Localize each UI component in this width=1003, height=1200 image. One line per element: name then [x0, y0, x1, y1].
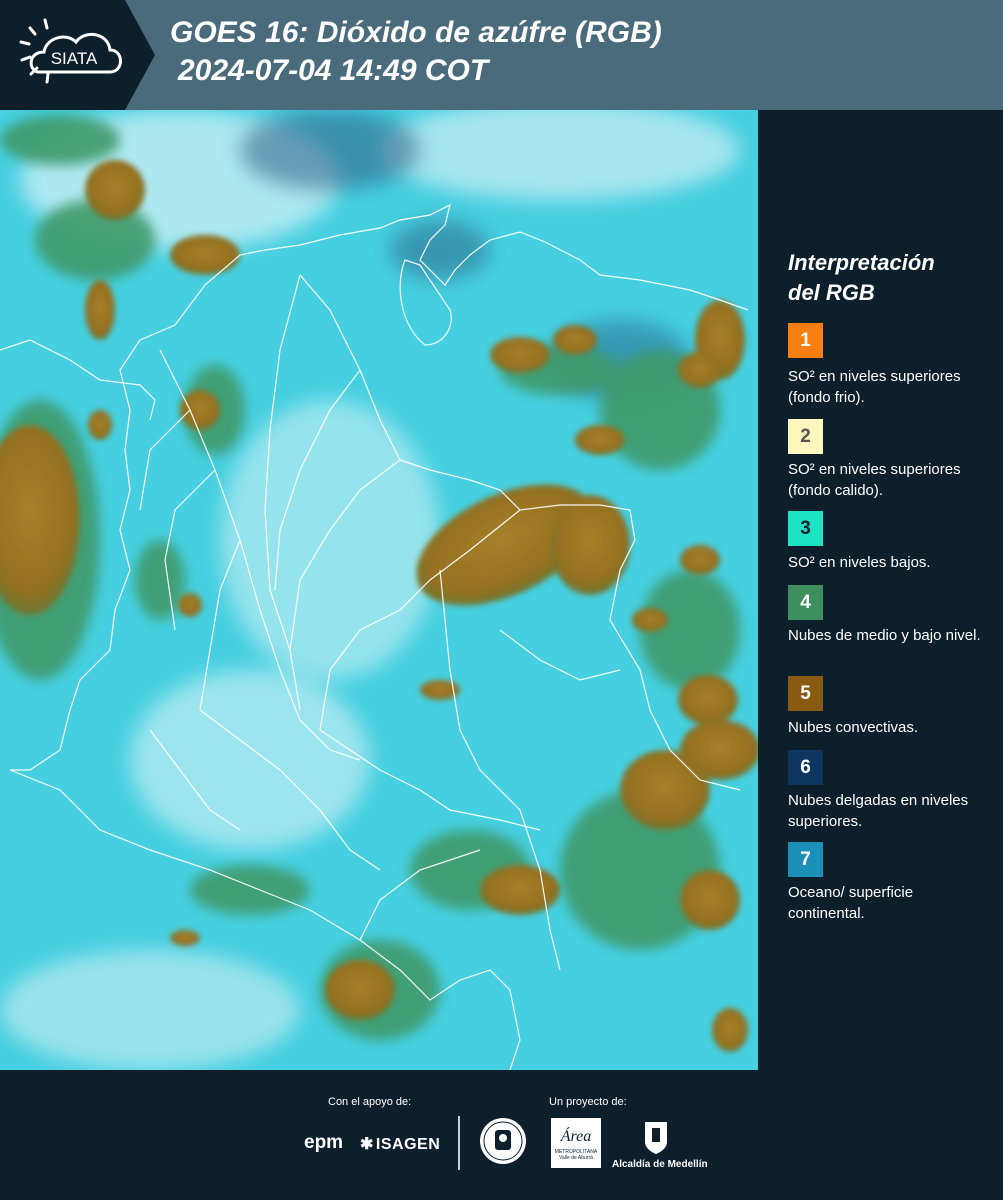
support-label: Con el apoyo de:	[328, 1096, 412, 1108]
legend-label-3: SO² en niveles bajos.	[788, 554, 931, 571]
legend-label-2: SO² en niveles superiores (fondo calido)…	[788, 461, 961, 499]
page-title: GOES 16: Dióxido de azúfre (RGB)	[170, 16, 662, 49]
satellite-map[interactable]	[0, 110, 758, 1070]
legend-swatch-4: 4	[788, 585, 823, 620]
legend-panel: Interpretación del RGB 1 SO² en niveles …	[758, 110, 1003, 1070]
header-bar: SIATA GOES 16: Dióxido de azúfre (RGB) 2…	[0, 0, 1003, 110]
legend-swatch-1: 1	[788, 323, 823, 358]
alcaldia-shield-icon	[643, 1120, 669, 1161]
alcaldia-label: Alcaldía de Medellín	[612, 1159, 708, 1170]
svg-text:SIATA: SIATA	[51, 49, 98, 68]
area-metropolitana-logo: Área METROPOLITANA Valle de Aburrá	[551, 1118, 601, 1168]
legend-label-5: Nubes convectivas.	[788, 719, 919, 736]
project-label: Un proyecto de:	[549, 1096, 627, 1108]
legend-label-1: SO² en niveles superiores (fondo frio).	[788, 368, 961, 406]
epm-logo: epm	[304, 1132, 344, 1153]
siata-logo: SIATA	[0, 0, 155, 110]
legend-label-7: Oceano/ superficie continental.	[788, 884, 914, 922]
legend-label-4: Nubes de medio y bajo nivel.	[788, 627, 981, 644]
legend-swatch-5: 5	[788, 676, 823, 711]
legend-swatch-3: 3	[788, 511, 823, 546]
legend-swatch-7: 7	[788, 842, 823, 877]
timestamp: 2024-07-04 14:49 COT	[178, 54, 489, 87]
legend-label-6: Nubes delgadas en niveles superiores.	[788, 792, 969, 830]
footer-divider	[458, 1116, 460, 1170]
isagen-star-icon: ✱	[360, 1136, 374, 1153]
isagen-logo: ✱ ISAGEN	[360, 1136, 441, 1153]
legend-swatch-2: 2	[788, 419, 823, 454]
legend-swatch-6: 6	[788, 750, 823, 785]
legend-title: Interpretación del RGB	[788, 250, 935, 305]
medellin-seal-icon	[478, 1116, 528, 1171]
footer: Con el apoyo de: Un proyecto de: epm ✱ IS…	[0, 1070, 1003, 1200]
